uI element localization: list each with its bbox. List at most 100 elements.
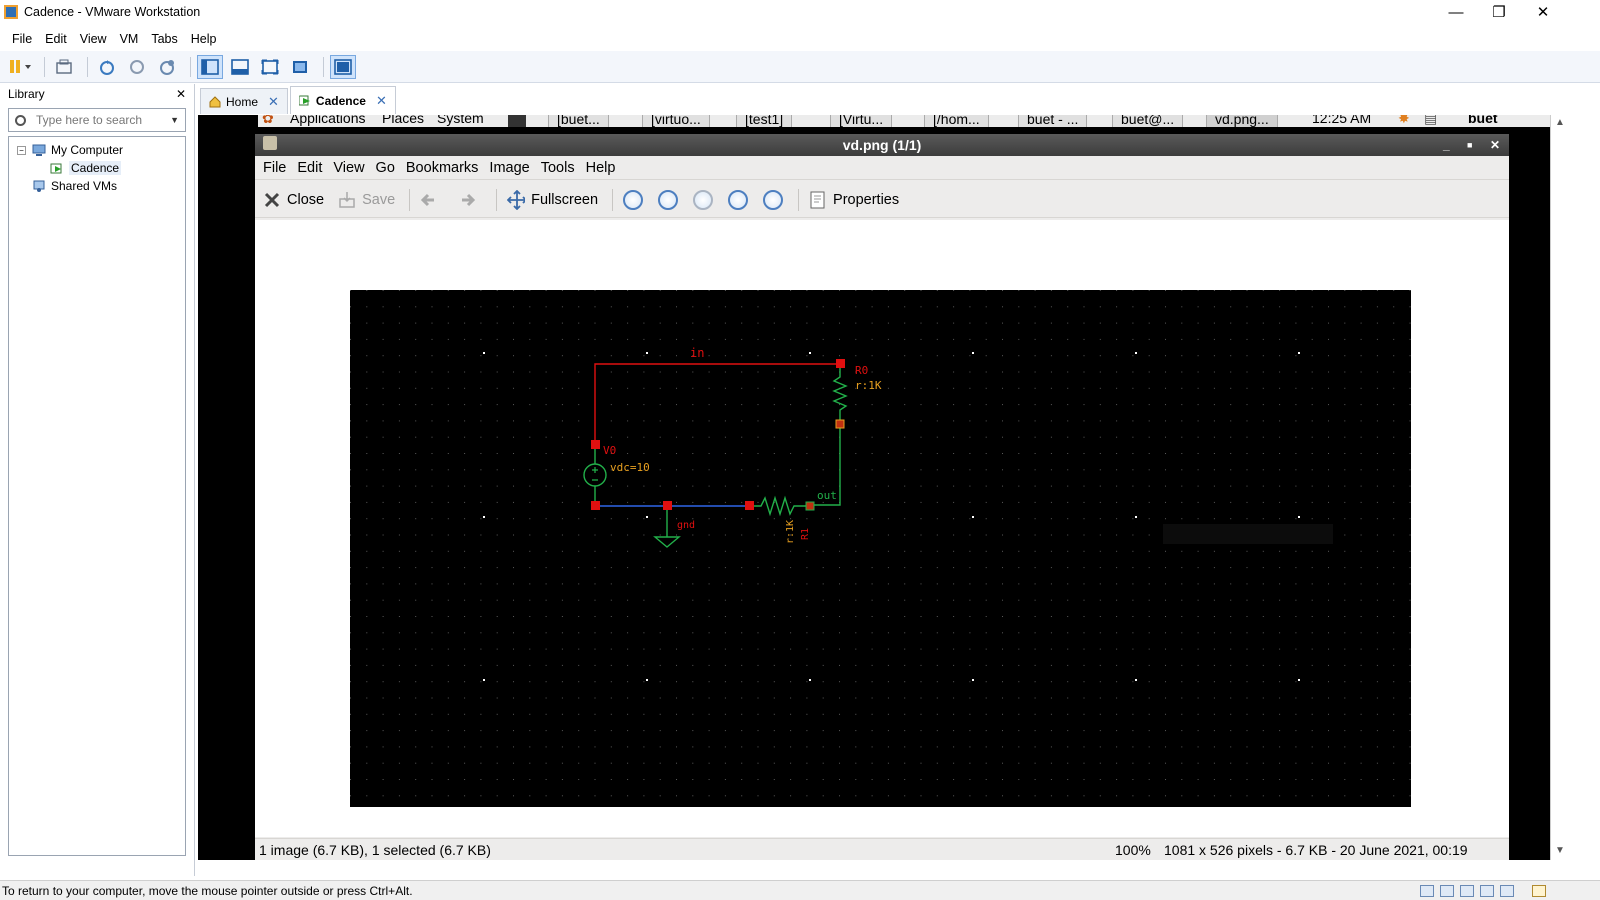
cd-rom-icon[interactable] [1440,885,1454,897]
net-label-in: in [690,346,704,360]
viewer-close-button[interactable]: ✕ [1490,134,1500,156]
taskbar-item-4[interactable]: [Virtu... [830,115,893,127]
viewer-close-tool-button[interactable]: Close [263,191,324,209]
viewer-menu-image[interactable]: Image [489,160,529,176]
viewer-save-button[interactable]: Save [338,191,395,209]
scroll-up-icon[interactable]: ▲ [1555,117,1565,128]
message-log-icon[interactable] [1532,885,1546,897]
console-view-button[interactable] [330,54,356,79]
viewer-minimize-button[interactable]: _ [1443,134,1450,156]
tab-home[interactable]: Home ✕ [200,88,288,114]
revert-snapshot-button[interactable] [124,55,150,79]
gnome-menu-system[interactable]: System [437,115,484,126]
tab-cadence-close-icon[interactable]: ✕ [376,93,387,109]
send-ctrl-alt-del-button[interactable] [51,55,77,79]
restore-button[interactable]: ❐ [1477,0,1521,24]
library-search-placeholder: Type here to search [36,113,143,127]
collapse-icon[interactable]: − [17,145,26,155]
viewer-close-label: Close [287,191,325,208]
show-thumbnail-button[interactable] [227,55,253,79]
full-screen-button[interactable] [257,55,283,79]
taskbar-item-6[interactable]: buet - ... [1018,115,1088,127]
toolbar-separator [612,188,614,211]
menu-tabs[interactable]: Tabs [151,32,177,46]
status-zoom: 100% [1115,841,1151,858]
vm-vertical-scrollbar[interactable]: ▲ ▼ [1550,115,1568,860]
panel-username[interactable]: buet [1468,115,1498,126]
viewer-previous-button[interactable] [420,191,444,209]
tab-cadence[interactable]: Cadence ✕ [289,86,396,114]
taskbar-item-5[interactable]: [/hom... [924,115,989,127]
terminal-launcher-icon[interactable] [508,115,526,127]
tree-label-shared-vms: Shared VMs [51,179,118,193]
taskbar-item-1[interactable]: [buet... [548,115,609,127]
library-close-button[interactable]: ✕ [176,87,186,101]
vm-console[interactable]: ✿ Applications Places System [buet... [v… [198,115,1550,860]
pin-r0-bottom [835,419,845,429]
zoom-out-icon[interactable] [658,189,679,210]
menu-file[interactable]: File [12,32,32,46]
chevron-down-icon[interactable]: ▼ [170,115,179,125]
viewer-fullscreen-button[interactable]: Fullscreen [507,189,598,210]
viewer-menu-help[interactable]: Help [586,160,616,176]
gnome-menu-applications[interactable]: Applications [290,115,366,126]
viewer-maximize-button[interactable]: ■ [1467,134,1472,156]
image-viewer-toolbar: Close Save Fullscreen Properties [255,182,1509,218]
viewer-menu-tools[interactable]: Tools [541,160,575,176]
network-icon[interactable]: ▤ [1424,115,1437,127]
power-button[interactable] [8,55,34,79]
menu-vm[interactable]: VM [120,32,139,46]
gnome-menu-places[interactable]: Places [382,115,424,126]
library-search-input[interactable]: Type here to search ▼ [8,108,186,132]
zoom-normal-icon[interactable] [693,189,714,210]
show-library-button[interactable] [197,54,223,79]
console-view-icon [334,58,352,75]
viewer-menu-edit[interactable]: Edit [297,160,322,176]
save-icon [338,191,356,209]
snapshot-manager-button[interactable] [154,55,180,79]
taskbar-item-8[interactable]: vd.png... [1206,115,1278,127]
tree-item-shared-vms[interactable]: Shared VMs [9,177,185,195]
image-canvas[interactable]: in out gnd R0 r:1K V0 vdc=10 R1 r:1K [255,220,1509,837]
tree-item-my-computer[interactable]: − My Computer [9,141,185,159]
menu-edit[interactable]: Edit [45,32,67,46]
taskbar-item-3[interactable]: [test1] [736,115,793,127]
network-adapter-icon[interactable] [1460,885,1474,897]
tree-item-cadence[interactable]: Cadence [9,159,185,177]
viewer-menu-bookmarks[interactable]: Bookmarks [406,160,479,176]
image-viewer-title: vd.png (1/1) [842,137,922,153]
viewer-properties-button[interactable]: Properties [809,191,899,209]
scroll-down-icon[interactable]: ▼ [1555,845,1565,856]
viewer-window-icon[interactable] [263,136,277,150]
taskbar-item-7[interactable]: buet@... [1112,115,1184,127]
zoom-best-icon[interactable] [763,189,784,210]
close-button[interactable]: ✕ [1521,0,1565,24]
menu-view[interactable]: View [80,32,107,46]
zoom-fit-icon[interactable] [728,189,749,210]
vm-running-icon [298,95,310,105]
fullscreen-icon [261,59,279,74]
minimize-button[interactable]: — [1434,0,1478,24]
taskbar-item-2[interactable]: [virtuo... [642,115,710,127]
tree-label-my-computer: My Computer [51,143,124,157]
snapshot-button[interactable] [94,55,120,79]
viewer-menu-file[interactable]: File [263,160,286,176]
menu-help[interactable]: Help [191,32,217,46]
hard-disk-icon[interactable] [1420,885,1434,897]
update-notifier-icon[interactable]: ✸ [1398,115,1410,127]
toolbar-separator [323,56,324,77]
thumbnail-view-icon [231,58,249,75]
viewer-next-button[interactable] [458,191,482,209]
vmware-app-icon [4,5,18,19]
tab-home-close-icon[interactable]: ✕ [268,94,279,110]
sound-card-icon[interactable] [1500,885,1514,897]
home-icon [209,95,221,107]
unity-button[interactable] [287,55,313,79]
pause-icon [10,59,31,73]
library-heading: Library [8,87,45,101]
zoom-in-icon[interactable] [623,189,644,210]
viewer-menu-view[interactable]: View [333,160,364,176]
printer-icon[interactable] [1480,885,1494,897]
panel-clock[interactable]: 12:25 AM [1312,115,1371,126]
viewer-menu-go[interactable]: Go [376,160,395,176]
